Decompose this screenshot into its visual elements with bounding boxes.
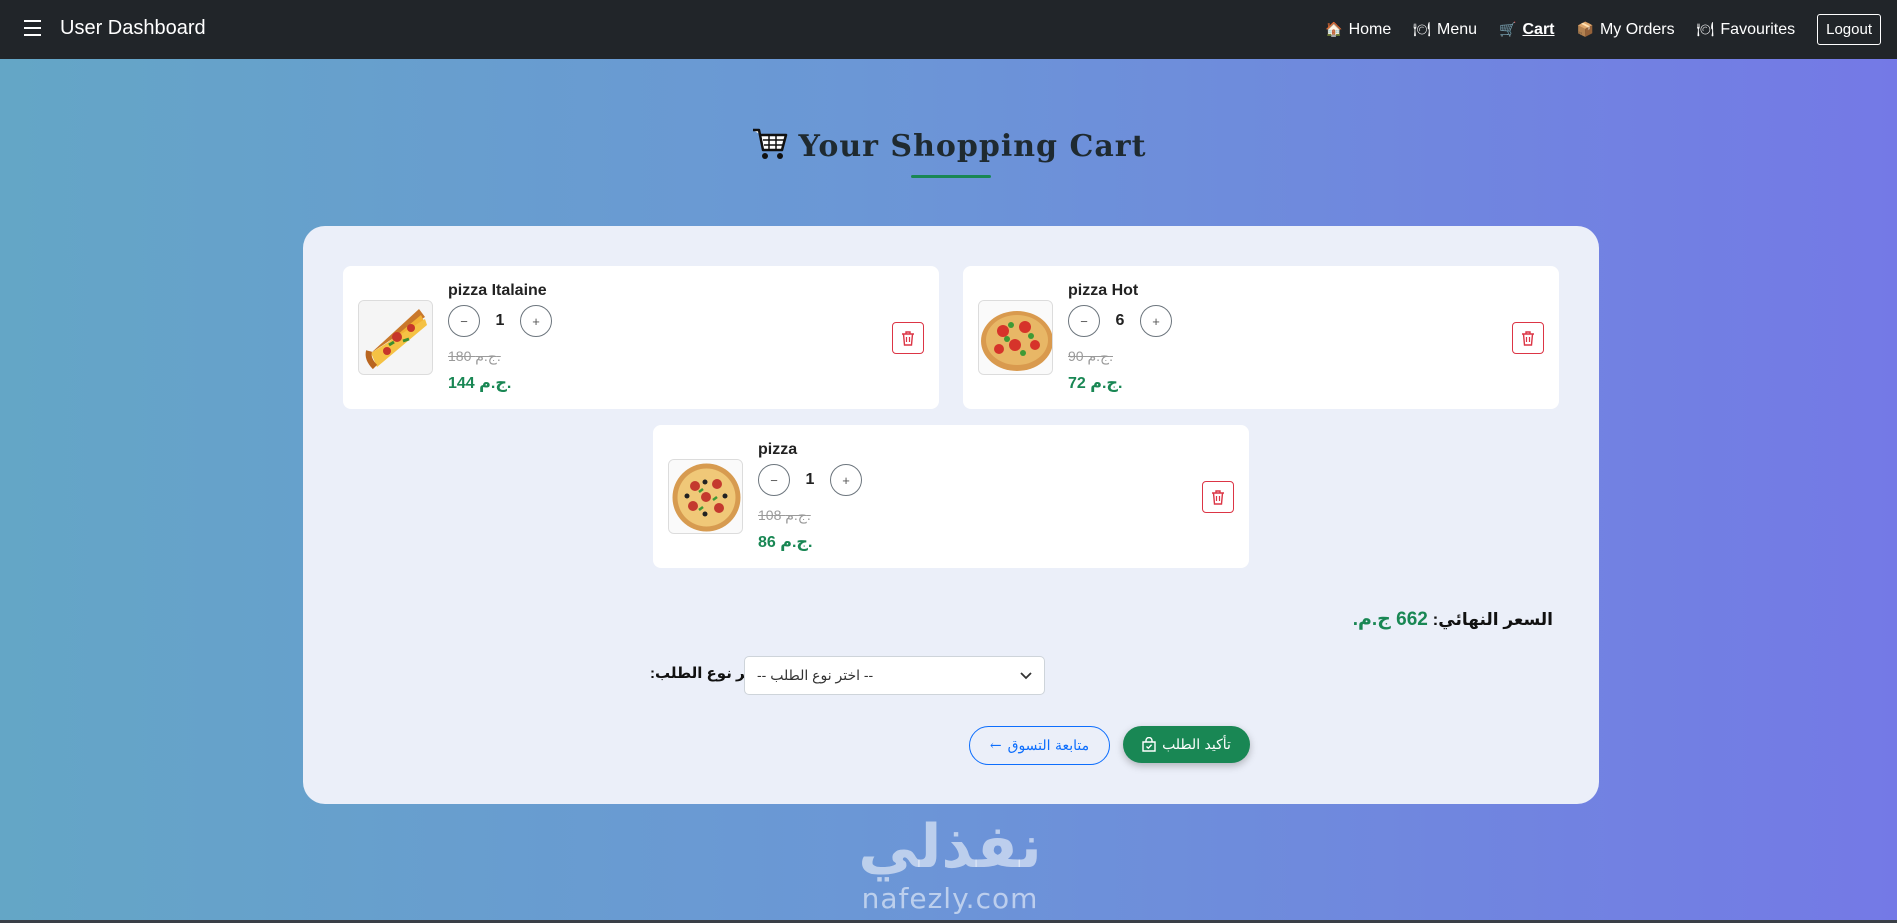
confirm-order-label: تأكيد الطلب <box>1162 736 1231 753</box>
cart-panel: pizza Italaine − 1 + 180 ج.م. 144 ج.م. p… <box>303 226 1599 804</box>
quantity-stepper: − 1 + <box>758 464 862 496</box>
arrow-left-icon: ← <box>989 737 1002 754</box>
top-navbar: User Dashboard 🏠 Home 🍽 Menu 🛒 Cart 📦 My… <box>0 0 1897 59</box>
trash-icon <box>902 330 914 346</box>
trash-icon <box>1522 330 1534 346</box>
cart-item-card: pizza Hot − 6 + 90 ج.م. 72 ج.م. <box>963 266 1559 409</box>
watermark-arabic: نفذلي <box>858 812 1042 882</box>
increase-quantity-button[interactable]: + <box>830 464 862 496</box>
nav-links: 🏠 Home 🍽 Menu 🛒 Cart 📦 My Orders 🍽 Favou… <box>1325 0 1897 59</box>
continue-shopping-label: متابعة التسوق <box>1007 737 1090 754</box>
quantity-value: 1 <box>495 312 505 329</box>
shopping-bag-check-icon <box>1142 737 1156 752</box>
shopping-cart-icon <box>751 126 789 170</box>
nav-link-favourites[interactable]: 🍽 Favourites <box>1697 21 1795 39</box>
house-icon: 🏠 <box>1325 21 1343 37</box>
nav-link-label: Menu <box>1437 20 1478 38</box>
original-price: 180 ج.م. <box>448 348 501 364</box>
trash-icon <box>1212 489 1224 505</box>
page-title-text: Your Shopping Cart <box>798 129 1147 164</box>
item-name: pizza <box>758 441 798 458</box>
cart-total: السعر النهائي: 662 ج.م. <box>1083 608 1553 631</box>
discounted-price: 144 ج.م. <box>448 375 512 392</box>
original-price: 90 ج.م. <box>1068 348 1113 364</box>
total-amount: 662 ج.م. <box>1352 609 1428 630</box>
nav-link-label: Home <box>1348 20 1392 38</box>
plate-icon: 🍽 <box>1413 21 1432 37</box>
chevron-down-icon <box>1020 671 1032 679</box>
pizza-slice-image <box>358 300 433 375</box>
pizza-hot-image <box>978 300 1053 375</box>
nav-link-menu[interactable]: 🍽 Menu <box>1413 21 1477 39</box>
order-type-select[interactable]: -- اختر نوع الطلب -- <box>744 656 1045 695</box>
increase-quantity-button[interactable]: + <box>520 305 552 337</box>
item-name: pizza Hot <box>1068 282 1139 299</box>
quantity-stepper: − 1 + <box>448 305 552 337</box>
logout-button[interactable]: Logout <box>1817 14 1881 45</box>
title-underline <box>911 175 991 178</box>
discounted-price: 86 ج.م. <box>758 534 813 551</box>
cart-icon: 🛒 <box>1499 21 1517 37</box>
delete-item-button[interactable] <box>1202 481 1234 513</box>
decrease-quantity-button[interactable]: − <box>758 464 790 496</box>
delete-item-button[interactable] <box>892 322 924 354</box>
plate-icon: 🍽 <box>1696 21 1715 37</box>
nav-link-cart[interactable]: 🛒 Cart <box>1499 21 1554 39</box>
order-type-selected: -- اختر نوع الطلب -- <box>757 667 874 683</box>
confirm-order-button[interactable]: تأكيد الطلب <box>1123 726 1250 763</box>
item-name: pizza Italaine <box>448 282 547 299</box>
watermark-english: nafezly.com <box>861 882 1039 915</box>
decrease-quantity-button[interactable]: − <box>448 305 480 337</box>
quantity-stepper: − 6 + <box>1068 305 1172 337</box>
quantity-value: 1 <box>805 471 815 488</box>
continue-shopping-button[interactable]: ← متابعة التسوق <box>969 726 1110 765</box>
quantity-value: 6 <box>1115 312 1125 329</box>
decrease-quantity-button[interactable]: − <box>1068 305 1100 337</box>
cart-item-card: pizza Italaine − 1 + 180 ج.م. 144 ج.م. <box>343 266 939 409</box>
box-icon: 📦 <box>1576 21 1594 37</box>
total-label: السعر النهائي: <box>1432 610 1553 629</box>
page-title: Your Shopping Cart <box>0 126 1897 170</box>
nav-link-my-orders[interactable]: 📦 My Orders <box>1577 21 1675 39</box>
nav-link-label: Favourites <box>1720 20 1796 38</box>
cart-item-card: pizza − 1 + 108 ج.م. 86 ج.م. <box>653 425 1249 568</box>
original-price: 108 ج.م. <box>758 507 811 523</box>
nav-link-label: Cart <box>1522 20 1555 38</box>
nav-link-home[interactable]: 🏠 Home <box>1325 21 1391 39</box>
pizza-image <box>668 459 743 534</box>
hamburger-menu-icon[interactable] <box>24 20 41 36</box>
increase-quantity-button[interactable]: + <box>1140 305 1172 337</box>
delete-item-button[interactable] <box>1512 322 1544 354</box>
nav-link-label: My Orders <box>1599 20 1675 38</box>
discounted-price: 72 ج.م. <box>1068 375 1123 392</box>
brand-title[interactable]: User Dashboard <box>60 17 206 40</box>
